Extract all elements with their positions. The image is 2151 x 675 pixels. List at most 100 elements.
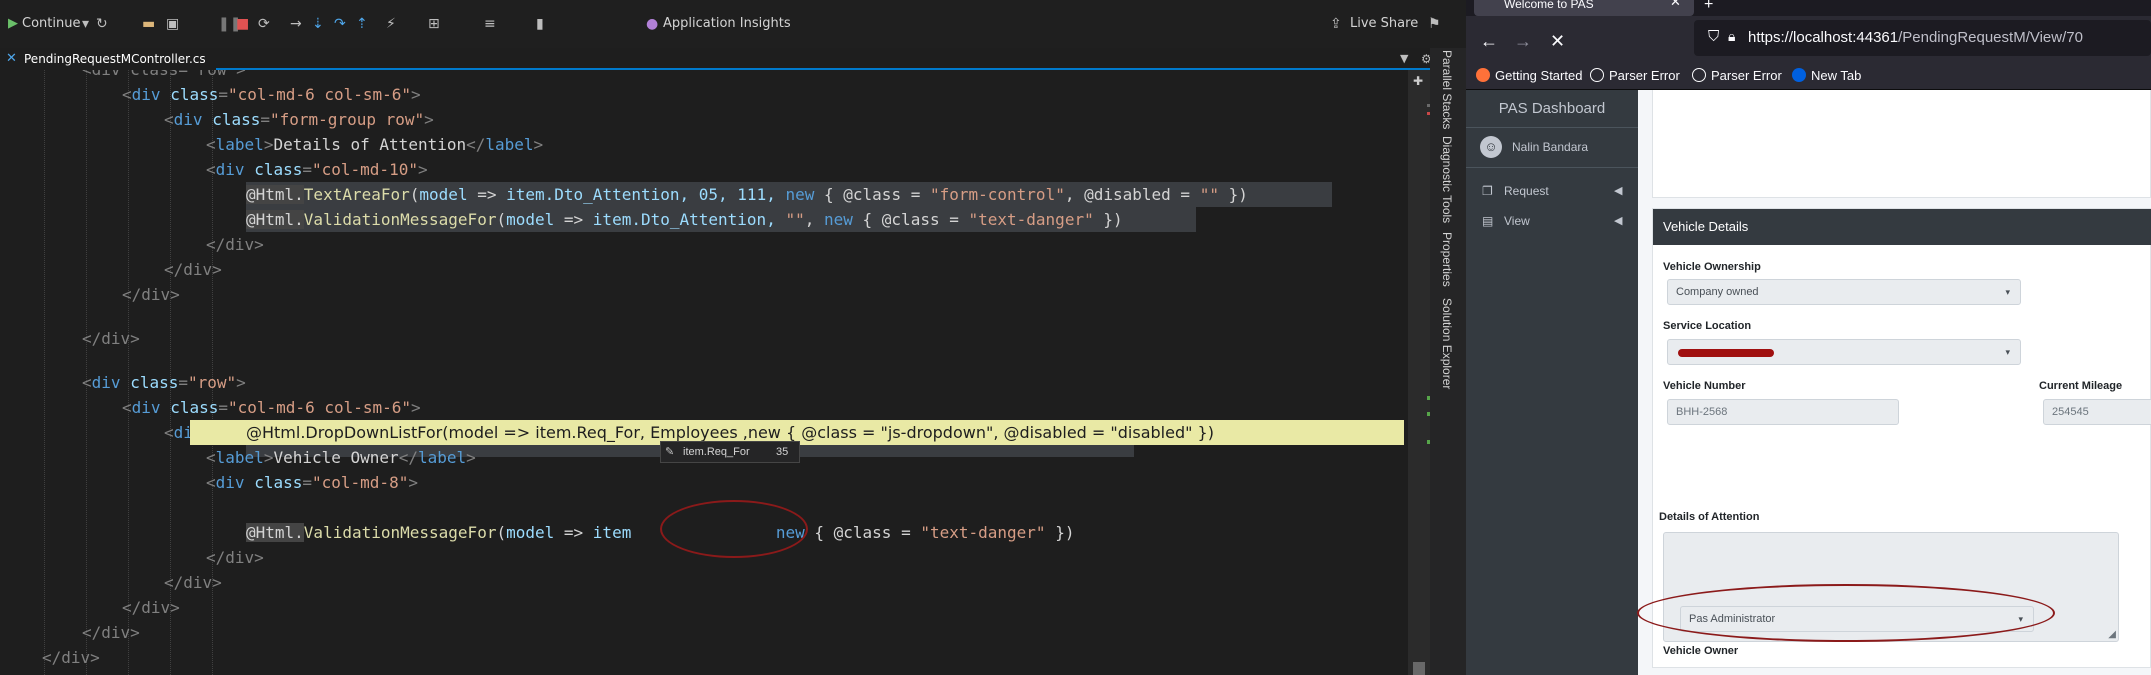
app-sidebar: PAS Dashboard ☺ Nalin Bandara ❐ Request … (1466, 90, 1638, 675)
tab-properties[interactable]: Properties (1440, 232, 1454, 287)
browser-tab-bar: Welcome to PAS ✕ + (1466, 0, 2151, 16)
code-line: </div> (42, 648, 100, 667)
vehicle-number-label: Vehicle Number (1663, 380, 1746, 392)
sidebar-item-label: Request (1504, 184, 1549, 198)
bookmark-icon[interactable]: ▮ (536, 14, 544, 34)
code-line: <div class="col-md-6 col-sm-6"> (122, 398, 421, 417)
service-location-label: Service Location (1663, 320, 1752, 332)
hot-reload-icon[interactable]: ⚡ (386, 14, 396, 34)
chevron-left-icon: ◀ (1614, 215, 1623, 227)
sidebar-item-request[interactable]: ❐ Request ◀ (1474, 178, 1630, 204)
new-tab-icon[interactable]: + (1704, 0, 1713, 14)
vehicle-number-input[interactable]: BHH-2568 (1667, 399, 1899, 425)
sidebar-item-label: View (1504, 214, 1530, 228)
firefox-window: Welcome to PAS ✕ + ← → ✕ ⛉ 🔒︎ https://lo… (1466, 0, 2151, 675)
feedback-icon[interactable]: ⚑ (1428, 14, 1441, 34)
card-title: Vehicle Details (1653, 209, 2151, 245)
app-insights-icon[interactable]: ● (646, 14, 658, 34)
caret-down-icon: ▾ (2005, 287, 2010, 297)
code-line: <label>Details of Attention</label> (206, 135, 544, 154)
code-line: </div> (164, 260, 222, 279)
browser-tab[interactable]: Welcome to PAS ✕ (1474, 0, 1694, 16)
step-into-icon[interactable]: ⇣ (312, 14, 324, 34)
stop-icon[interactable]: ■ (236, 14, 249, 34)
vertical-scrollbar[interactable] (1408, 70, 1430, 675)
code-editor[interactable]: <div class="row"> <div class="col-md-6 c… (0, 70, 1408, 675)
debug-toolbar: ▶ Continue ▾ ↻ ▬ ▣ ❚❚ ■ ⟳ → ⇣ ↷ ⇡ ⚡ ⊞ ≡ … (0, 0, 1466, 48)
continue-icon[interactable]: ▶ (8, 14, 18, 34)
step-over-icon[interactable]: ↷ (334, 14, 346, 34)
new-tab-page-icon (1792, 68, 1806, 82)
document-tab-bar: ✕ PendingRequestMController.cs ▼ ⚙ (0, 48, 1432, 70)
firefox-icon (1476, 68, 1490, 82)
code-line: <label>Vehicle Owner</label> (206, 448, 476, 467)
tab-parallel-stacks[interactable]: Parallel Stacks (1440, 50, 1454, 129)
bookmark-parser-error-2[interactable]: Parser Error (1692, 68, 1782, 83)
redaction-mark (1678, 349, 1774, 357)
scrollbar-thumb[interactable] (1413, 662, 1425, 675)
user-name[interactable]: Nalin Bandara (1512, 140, 1588, 154)
restart-icon[interactable]: ↻ (96, 14, 108, 34)
details-of-attention-label: Details of Attention (1659, 511, 1760, 523)
split-editor-icon[interactable]: ✚ (1413, 74, 1425, 88)
back-icon[interactable]: ← (1480, 30, 1498, 52)
folder-icon[interactable]: ▬ (142, 14, 155, 34)
step-out-icon[interactable]: ⇡ (356, 14, 368, 34)
app-insights-button[interactable]: Application Insights (663, 14, 791, 34)
comment-icon[interactable]: ≡ (484, 14, 496, 34)
close-icon[interactable]: ✕ (6, 48, 17, 70)
dropdown-icon[interactable]: ▾ (82, 14, 89, 34)
restart-debug-icon[interactable]: ⟳ (258, 14, 270, 34)
current-mileage-input[interactable]: 254545 (2043, 399, 2151, 425)
screenshot-icon[interactable]: ▣ (166, 14, 179, 34)
bookmark-parser-error-1[interactable]: Parser Error (1590, 68, 1680, 83)
tab-list-dropdown-icon[interactable]: ▼ (1400, 48, 1408, 70)
forward-icon[interactable]: → (1514, 30, 1532, 52)
code-line: </div> (82, 329, 140, 348)
stop-loading-icon[interactable]: ✕ (1550, 30, 1565, 52)
show-next-statement-icon[interactable]: → (290, 14, 302, 34)
caret-down-icon: ▾ (2005, 347, 2010, 357)
browser-nav-bar: ← → ✕ ⛉ 🔒︎ https://localhost:44361/Pendi… (1466, 16, 2151, 68)
debug-datatip[interactable]: ✎ item.Req_For 35 (660, 441, 800, 463)
brand-title[interactable]: PAS Dashboard (1466, 90, 1638, 128)
code-line: @Html.ValidationMessageFor(model => item… (246, 210, 1123, 229)
live-share-button[interactable]: Live Share (1350, 14, 1418, 34)
service-location-select[interactable]: ▾ (1667, 339, 2021, 365)
url-text[interactable]: https://localhost:44361/PendingRequestM/… (1748, 29, 2083, 46)
datatip-name: item.Req_For (683, 446, 750, 458)
sidebar-item-view[interactable]: ▤ View ◀ (1474, 208, 1630, 234)
code-line: </div> (206, 548, 264, 567)
vehicle-ownership-select[interactable]: Company owned ▾ (1667, 279, 2021, 305)
code-line: </div> (164, 573, 222, 592)
tab-solution-explorer[interactable]: Solution Explorer (1440, 298, 1454, 389)
code-line: </div> (206, 235, 264, 254)
resize-grip-icon[interactable]: ◢ (2108, 629, 2116, 640)
shield-icon[interactable]: ⛉ (1708, 28, 1719, 45)
bookmark-new-tab[interactable]: New Tab (1792, 68, 1861, 83)
vehicle-owner-label: Vehicle Owner (1663, 645, 1739, 657)
copy-icon: ❐ (1482, 184, 1493, 198)
url-bar[interactable]: ⛉ 🔒︎ https://localhost:44361/PendingRequ… (1694, 20, 2151, 56)
code-line: <div class="row"> (82, 373, 246, 392)
code-line: <div class="col-md-6 col-sm-6"> (122, 85, 421, 104)
avatar: ☺ (1480, 136, 1502, 158)
live-share-icon[interactable]: ⇪ (1330, 14, 1342, 34)
continue-button[interactable]: Continue (22, 14, 80, 34)
current-mileage-label: Current Mileage (2039, 380, 2123, 392)
bookmarks-bar: Getting Started Parser Error Parser Erro… (1466, 62, 2151, 90)
lock-icon[interactable]: 🔒︎ (1728, 28, 1735, 45)
bookmark-getting-started[interactable]: Getting Started (1476, 68, 1582, 83)
code-line: @Html.TextAreaFor(model => item.Dto_Atte… (246, 185, 1248, 204)
thread-icon[interactable]: ⊞ (428, 14, 440, 34)
tab-label: PendingRequestMController.cs (24, 52, 206, 66)
code-line: <div class="form-group row"> (164, 110, 434, 129)
chevron-left-icon: ◀ (1614, 185, 1623, 197)
tab-diagnostic-tools[interactable]: Diagnostic Tools (1440, 136, 1454, 223)
code-line: </div> (122, 285, 180, 304)
tab-pendingrequestmcontroller[interactable]: ✕ PendingRequestMController.cs (0, 48, 216, 70)
datatip-value: 35 (776, 446, 789, 458)
indent-guide (44, 70, 45, 675)
close-icon[interactable]: ✕ (1670, 0, 1681, 10)
code-line: <div class="row"> (82, 70, 246, 82)
